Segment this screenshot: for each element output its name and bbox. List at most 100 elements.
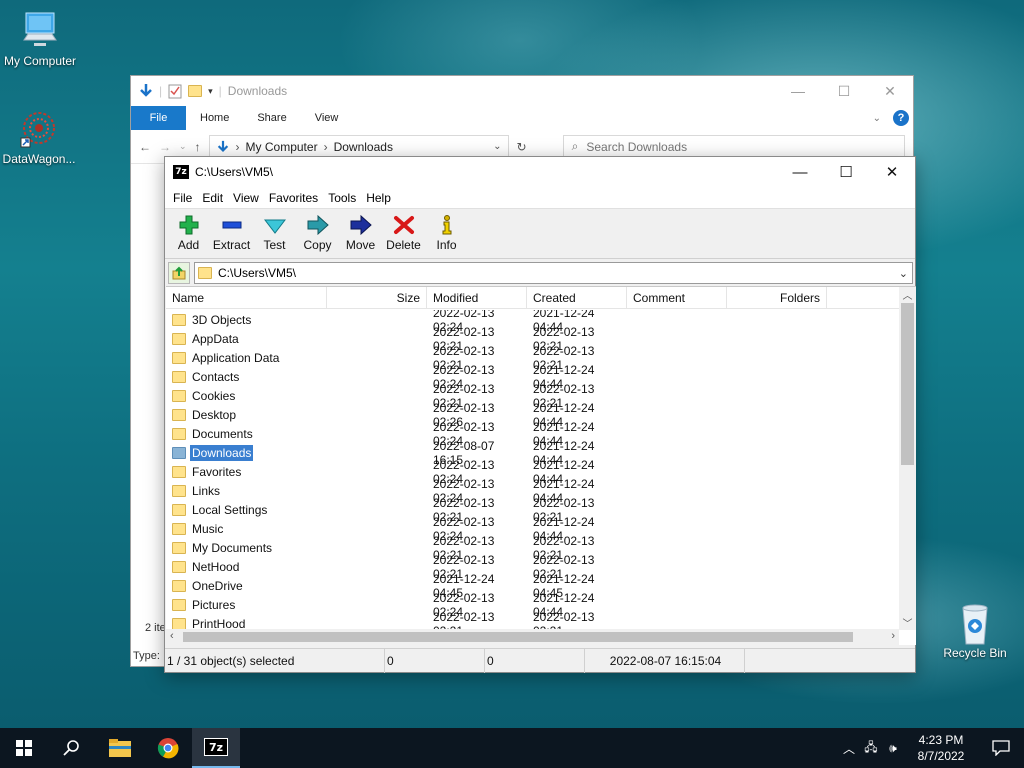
parent-folder-button[interactable] — [168, 262, 190, 284]
file-name: Favorites — [192, 464, 242, 479]
folder-icon — [172, 370, 186, 383]
chevron-down-icon[interactable]: ⌄ — [899, 267, 908, 280]
ribbon-expand-icon[interactable]: ⌄ — [873, 113, 881, 124]
tab-view[interactable]: View — [301, 112, 353, 124]
menu-file[interactable]: File — [168, 191, 197, 205]
file-name: Downloads — [188, 443, 255, 462]
column-header-comment[interactable]: Comment — [627, 287, 727, 308]
menu-view[interactable]: View — [228, 191, 264, 205]
minus-icon — [222, 221, 241, 229]
plus-icon — [179, 215, 198, 235]
file-name: Cookies — [192, 388, 236, 403]
clock[interactable]: 4:23 PM 8/7/2022 — [904, 732, 978, 764]
status-bar: 1 / 31 object(s) selected 0 0 2022-08-07… — [165, 648, 915, 673]
file-name: PrintHood — [192, 616, 246, 631]
taskbar-chrome[interactable] — [144, 728, 192, 768]
folder-icon — [172, 465, 186, 478]
back-arrow-icon[interactable]: ← — [139, 140, 151, 154]
notification-center-button[interactable] — [978, 740, 1024, 756]
column-header-folders[interactable]: Folders — [727, 287, 827, 308]
menu-tools[interactable]: Tools — [323, 191, 361, 205]
menu-edit[interactable]: Edit — [197, 191, 228, 205]
cell-name: Downloads — [166, 443, 327, 462]
scroll-left-icon[interactable]: ‹ — [170, 630, 174, 642]
info-button[interactable]: Info — [425, 215, 468, 252]
minimize-button[interactable]: — — [775, 83, 821, 100]
extract-button[interactable]: Extract — [210, 215, 253, 252]
download-arrow-icon — [217, 140, 228, 152]
taskbar-file-explorer[interactable] — [96, 728, 144, 768]
maximize-button[interactable]: ☐ — [823, 157, 869, 187]
close-button[interactable]: ✕ — [867, 83, 913, 100]
column-header-name[interactable]: Name — [166, 287, 327, 308]
menu-help[interactable]: Help — [361, 191, 396, 205]
volume-icon[interactable]: 🕪 — [882, 741, 904, 756]
network-icon[interactable]: 🖧 — [860, 738, 882, 759]
chevron-down-icon[interactable]: ⌄ — [493, 141, 501, 152]
properties-icon[interactable] — [168, 83, 182, 99]
forward-arrow-icon[interactable]: → — [159, 140, 171, 154]
column-header-size[interactable]: Size — [327, 287, 427, 308]
minimize-button[interactable]: — — [777, 157, 823, 187]
file-name: Local Settings — [192, 502, 268, 517]
horizontal-scrollbar[interactable]: ‹ › — [166, 629, 899, 645]
scroll-up-icon[interactable]: ︿ — [899, 287, 916, 302]
cell-name: Pictures — [166, 597, 327, 613]
delete-button[interactable]: Delete — [382, 215, 425, 252]
tab-home[interactable]: Home — [186, 112, 243, 124]
quick-access-dropdown-icon[interactable]: ▾ — [208, 86, 213, 97]
breadcrumb-item[interactable]: My Computer — [246, 140, 318, 154]
desktop-icon-recycle-bin[interactable]: Recycle Bin — [933, 602, 1017, 660]
tab-share[interactable]: Share — [243, 112, 300, 124]
folder-icon — [172, 427, 186, 440]
search-button[interactable] — [48, 728, 96, 768]
help-icon[interactable]: ? — [893, 110, 909, 126]
refresh-icon[interactable]: ↻ — [517, 140, 527, 154]
add-button[interactable]: Add — [167, 215, 210, 252]
column-header-modified[interactable]: Modified — [427, 287, 527, 308]
folder-icon — [172, 560, 186, 573]
7zip-window[interactable]: 7z C:\Users\VM5\ — ☐ ✕ File Edit View Fa… — [164, 156, 916, 673]
cell-created: 2022-02-13 02:21 — [533, 609, 595, 631]
7zip-title: C:\Users\VM5\ — [195, 165, 274, 179]
scroll-thumb[interactable] — [183, 632, 853, 642]
desktop-icon-my-computer[interactable]: My Computer — [0, 10, 82, 68]
computer-icon — [20, 10, 60, 50]
move-button[interactable]: Move — [339, 215, 382, 252]
breadcrumb-item[interactable]: Downloads — [334, 140, 393, 154]
status-packed-size: 0 — [485, 648, 585, 673]
scroll-down-icon[interactable]: ﹀ — [899, 615, 916, 630]
scroll-right-icon[interactable]: › — [891, 630, 895, 642]
maximize-button[interactable]: ☐ — [821, 83, 867, 100]
file-name: OneDrive — [192, 578, 243, 593]
vertical-scrollbar[interactable]: ︿ ﹀ — [899, 287, 916, 630]
show-hidden-icons-chevron[interactable]: ︿ — [838, 740, 860, 757]
desktop-icon-label: DataWagon... — [2, 152, 76, 166]
new-folder-icon[interactable] — [188, 85, 203, 97]
tab-file[interactable]: File — [131, 106, 186, 130]
clock-time: 4:23 PM — [918, 733, 964, 747]
up-arrow-icon[interactable]: ↑ — [195, 140, 201, 154]
close-button[interactable]: ✕ — [869, 157, 915, 187]
scroll-thumb[interactable] — [901, 303, 914, 465]
test-button[interactable]: Test — [253, 215, 296, 252]
taskbar-7zip[interactable]: 7z — [192, 728, 240, 768]
system-tray: ︿ 🖧 🕪 4:23 PM 8/7/2022 — [838, 728, 1024, 768]
explorer-search-input[interactable]: ⌕ Search Downloads — [562, 134, 905, 159]
column-header-created[interactable]: Created — [527, 287, 627, 308]
file-name: Music — [192, 521, 224, 536]
folder-icon — [198, 267, 212, 279]
recent-dropdown-icon[interactable]: ⌄ — [179, 141, 187, 152]
folder-icon — [172, 579, 186, 592]
file-list[interactable]: Name Size Modified Created Comment Folde… — [166, 286, 916, 645]
menu-favorites[interactable]: Favorites — [264, 191, 323, 205]
copy-button[interactable]: Copy — [296, 215, 339, 252]
cell-name: 3D Objects — [166, 312, 327, 328]
explorer-path-box[interactable]: › My Computer › Downloads ⌄ — [208, 134, 509, 159]
notification-icon — [992, 740, 1010, 756]
start-button[interactable] — [0, 728, 48, 768]
cell-name: Music — [166, 521, 327, 537]
path-combobox[interactable]: C:\Users\VM5\ ⌄ — [194, 262, 913, 284]
table-row[interactable]: PrintHood 2022-02-13 02:21 2022-02-13 02:2… — [166, 610, 899, 631]
desktop-icon-datawagon[interactable]: DataWagon... — [0, 108, 81, 166]
